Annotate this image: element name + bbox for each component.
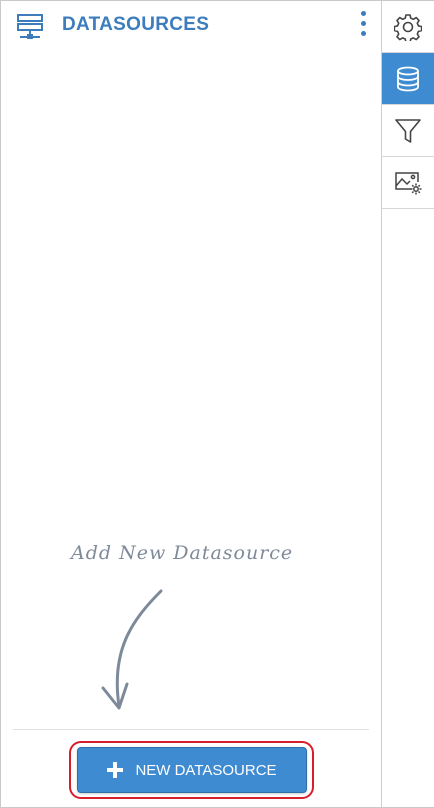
settings-tab[interactable]: [382, 1, 434, 53]
new-datasource-label: NEW DATASOURCE: [135, 761, 277, 779]
plus-icon: [107, 762, 124, 778]
image-settings-tab[interactable]: [382, 157, 434, 209]
database-icon: [397, 66, 419, 91]
filter-icon: [395, 118, 421, 143]
empty-state-hint: Add New Datasource: [61, 536, 341, 726]
curved-arrow-down-icon: [101, 589, 163, 710]
footer-divider: [13, 729, 369, 730]
new-datasource-button[interactable]: NEW DATASOURCE: [77, 747, 307, 793]
filter-tab[interactable]: [382, 105, 434, 157]
datasources-panel: DATASOURCES Add New Datasource NEW DATAS…: [1, 1, 381, 807]
right-toolbar: [381, 1, 434, 807]
page-title: DATASOURCES: [62, 14, 210, 35]
datasources-tab[interactable]: [382, 53, 434, 105]
more-options-icon[interactable]: [355, 9, 373, 39]
datasources-panel-window: DATASOURCES Add New Datasource NEW DATAS…: [0, 0, 434, 808]
server-rack-icon: [17, 14, 43, 39]
gear-icon: [394, 13, 422, 41]
panel-header: DATASOURCES: [1, 1, 381, 51]
image-settings-icon: [395, 171, 422, 194]
